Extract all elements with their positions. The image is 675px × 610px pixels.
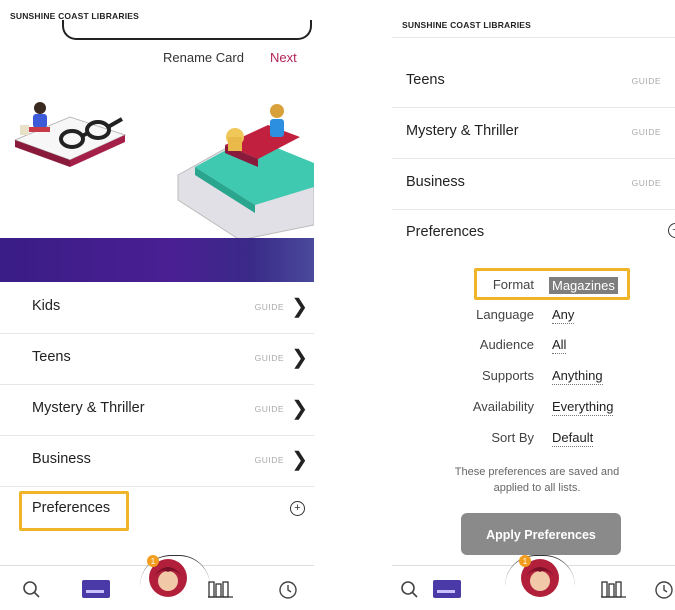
- apply-preferences-button[interactable]: Apply Preferences: [461, 513, 621, 555]
- search-icon[interactable]: [22, 580, 42, 600]
- preferences-label: Preferences: [406, 224, 485, 240]
- notification-badge: 1: [523, 557, 528, 566]
- supports-label: Supports: [481, 368, 534, 383]
- guide-tag: GUIDE: [254, 404, 284, 414]
- supports-select[interactable]: Anything: [552, 368, 603, 385]
- language-row[interactable]: Language Any: [392, 307, 675, 329]
- audience-row[interactable]: Audience All: [392, 337, 675, 359]
- list-item-label: Teens: [32, 349, 71, 365]
- language-label: Language: [476, 307, 534, 322]
- guide-tag: GUIDE: [631, 178, 661, 188]
- library-brand: SUNSHINE COAST LIBRARIES: [402, 20, 532, 30]
- header-divider: [392, 37, 675, 38]
- list-item-label: Mystery & Thriller: [406, 123, 519, 139]
- chevron-right-icon: ❯: [291, 296, 308, 318]
- next-button[interactable]: Next: [270, 50, 297, 65]
- guide-tag: GUIDE: [631, 76, 661, 86]
- list-item[interactable]: Mystery & Thriller GUIDE ❯: [0, 384, 314, 436]
- guide-tag: GUIDE: [631, 127, 661, 137]
- library-card-edge: [62, 20, 312, 40]
- library-card-icon[interactable]: [81, 578, 111, 600]
- availability-row[interactable]: Availability Everything: [392, 399, 675, 421]
- list-item[interactable]: Teens GUIDE ❯: [0, 333, 314, 385]
- left-screen: SUNSHINE COAST LIBRARIES Rename Card Nex…: [0, 0, 314, 610]
- notification-badge: 1: [151, 557, 156, 566]
- bottom-nav: 1: [392, 555, 675, 610]
- format-label: Format: [492, 277, 534, 292]
- clock-icon[interactable]: [654, 580, 674, 600]
- reading-illustration: [13, 102, 314, 240]
- chevron-right-icon: ❯: [291, 449, 308, 471]
- preferences-note-line: These preferences are saved and: [454, 466, 620, 478]
- sort-by-row[interactable]: Sort By Default: [392, 430, 675, 452]
- availability-label: Availability: [472, 399, 534, 414]
- list-item[interactable]: Teens GUIDE: [392, 56, 675, 108]
- list-item[interactable]: Kids GUIDE ❯: [0, 282, 314, 334]
- guide-tag: GUIDE: [254, 353, 284, 363]
- preferences-note: These preferences are saved and applied …: [432, 464, 642, 496]
- supports-row[interactable]: Supports Anything: [392, 368, 675, 390]
- right-screen: SUNSHINE COAST LIBRARIES Teens GUIDE Mys…: [392, 0, 675, 610]
- list-item-label: Business: [32, 451, 91, 467]
- shelf-icon[interactable]: [207, 579, 235, 599]
- shelf-icon[interactable]: [600, 579, 628, 599]
- guide-tag: GUIDE: [254, 455, 284, 465]
- list-item-label: Kids: [32, 298, 61, 314]
- rename-card-button[interactable]: Rename Card: [163, 50, 244, 65]
- guide-tag: GUIDE: [254, 302, 284, 312]
- profile-avatar-icon[interactable]: 1: [146, 554, 190, 598]
- sort-by-select[interactable]: Default: [552, 430, 594, 447]
- sort-by-label: Sort By: [491, 430, 534, 445]
- list-item-label: Business: [406, 174, 465, 190]
- profile-avatar-icon[interactable]: 1: [518, 554, 562, 598]
- audience-select[interactable]: All: [552, 337, 567, 354]
- add-circle-icon[interactable]: +: [290, 501, 305, 516]
- list-item[interactable]: Mystery & Thriller GUIDE: [392, 107, 675, 159]
- preferences-highlight: [19, 491, 129, 531]
- format-row[interactable]: Format Magazines: [392, 277, 675, 299]
- list-item[interactable]: Business GUIDE: [392, 158, 675, 210]
- add-circle-icon[interactable]: +: [668, 223, 675, 238]
- list-item-label: Teens: [406, 72, 445, 88]
- chevron-right-icon: ❯: [291, 347, 308, 369]
- format-select[interactable]: Magazines: [549, 277, 618, 294]
- chevron-right-icon: ❯: [291, 398, 308, 420]
- audience-label: Audience: [479, 337, 534, 352]
- library-card-icon[interactable]: [432, 578, 462, 600]
- clock-icon[interactable]: [278, 580, 298, 600]
- bottom-nav: 1: [0, 555, 314, 610]
- search-icon[interactable]: [400, 580, 420, 600]
- list-item-label: Mystery & Thriller: [32, 400, 145, 416]
- hero-color-band: [0, 238, 314, 282]
- list-item[interactable]: Business GUIDE ❯: [0, 435, 314, 487]
- preferences-note-line: applied to all lists.: [493, 482, 581, 494]
- language-select[interactable]: Any: [552, 307, 575, 324]
- availability-select[interactable]: Everything: [552, 399, 614, 416]
